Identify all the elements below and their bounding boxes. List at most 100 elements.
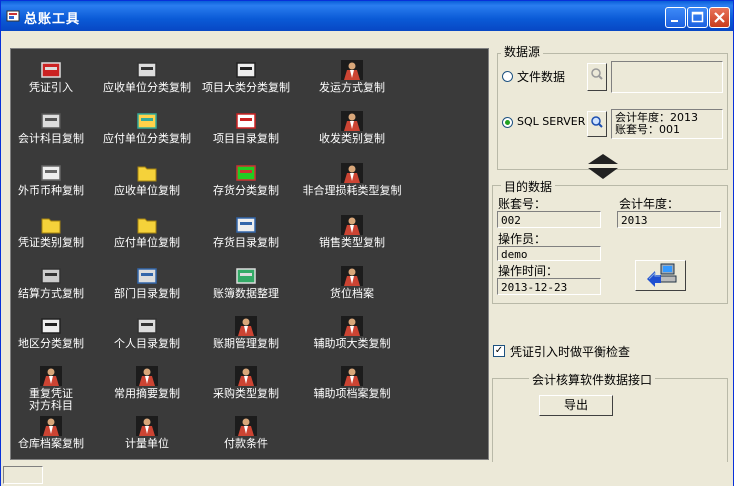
person-icon bbox=[340, 59, 364, 81]
tool-item[interactable]: 重复凭证 对方科目 bbox=[11, 365, 91, 413]
tool-item[interactable]: 外币币种复制 bbox=[11, 162, 91, 210]
tool-item[interactable]: 辅助项大类复制 bbox=[283, 315, 421, 363]
vehicle-icon bbox=[234, 59, 258, 81]
tool-label: 货位档案 bbox=[330, 287, 374, 300]
tool-label: 付款条件 bbox=[224, 437, 268, 450]
tool-label: 结算方式复制 bbox=[18, 287, 84, 300]
sql-server-label: SQL SERVER bbox=[517, 115, 586, 128]
sql-browse-button[interactable] bbox=[587, 111, 607, 137]
tool-item[interactable]: 收发类别复制 bbox=[283, 110, 421, 158]
tool-item[interactable]: 仓库档案复制 bbox=[11, 415, 91, 463]
sql-info-box: 会计年度：2013 账套号：001 bbox=[611, 109, 723, 139]
tool-item[interactable]: 会计科目复制 bbox=[11, 110, 91, 158]
person-icon bbox=[234, 415, 258, 437]
sql-server-radio[interactable] bbox=[502, 117, 513, 128]
year-field[interactable]: 2013 bbox=[617, 211, 721, 228]
tool-label: 常用摘要复制 bbox=[114, 387, 180, 400]
person-icon bbox=[135, 365, 159, 387]
close-icon bbox=[714, 12, 725, 23]
tool-label: 非合理损耗类型复制 bbox=[302, 184, 402, 197]
transfer-button[interactable] bbox=[635, 260, 686, 291]
account-field[interactable]: 002 bbox=[497, 211, 601, 228]
source-title: 数据源 bbox=[501, 43, 544, 60]
printer-icon bbox=[39, 162, 63, 184]
person-icon bbox=[340, 110, 364, 132]
minimize-button[interactable] bbox=[665, 7, 686, 28]
close-button[interactable] bbox=[709, 7, 730, 28]
tool-item[interactable]: 结算方式复制 bbox=[11, 265, 91, 313]
tool-item[interactable]: 辅助项档案复制 bbox=[283, 365, 421, 413]
operator-field[interactable]: demo bbox=[497, 246, 601, 261]
account-label: 账套号： bbox=[498, 197, 547, 211]
chart-icon bbox=[234, 162, 258, 184]
sql-account-text: 账套号：001 bbox=[615, 123, 680, 136]
tool-item[interactable]: 付款条件 bbox=[191, 415, 301, 463]
operator-label: 操作员： bbox=[498, 232, 547, 246]
year-label: 会计年度： bbox=[619, 197, 680, 211]
folder-icon bbox=[135, 162, 159, 184]
maximize-button[interactable] bbox=[687, 7, 708, 28]
tool-label: 辅助项档案复制 bbox=[313, 387, 391, 400]
tool-item[interactable]: 个人目录复制 bbox=[87, 315, 207, 363]
tool-label: 应收单位分类复制 bbox=[103, 81, 191, 94]
balance-check-checkbox[interactable]: ✓ bbox=[493, 345, 505, 357]
person-icon bbox=[234, 315, 258, 337]
tool-item[interactable]: 凭证引入 bbox=[11, 59, 91, 107]
tool-item[interactable]: 应收单位复制 bbox=[87, 162, 207, 210]
search-icon bbox=[591, 116, 603, 128]
network-icon bbox=[234, 265, 258, 287]
grid-icon bbox=[135, 265, 159, 287]
folder-icon bbox=[39, 214, 63, 236]
export-group bbox=[492, 378, 728, 467]
tool-item[interactable]: 应付单位分类复制 bbox=[87, 110, 207, 158]
tool-item[interactable]: 计量单位 bbox=[87, 415, 207, 463]
tool-item[interactable]: 货位档案 bbox=[283, 265, 421, 313]
tool-label: 辅助项大类复制 bbox=[313, 337, 391, 350]
tool-item[interactable]: 销售类型复制 bbox=[283, 214, 421, 262]
file-browse-button[interactable] bbox=[587, 63, 607, 91]
tool-label: 发运方式复制 bbox=[319, 81, 385, 94]
target-title: 目的数据 bbox=[501, 178, 556, 195]
person-icon bbox=[340, 315, 364, 337]
person-icon bbox=[234, 365, 258, 387]
tool-label: 销售类型复制 bbox=[319, 236, 385, 249]
folder-icon bbox=[135, 214, 159, 236]
tool-item[interactable]: 常用摘要复制 bbox=[87, 365, 207, 413]
cabinet-icon bbox=[135, 59, 159, 81]
balance-check-label: 凭证引入时做平衡检查 bbox=[510, 345, 631, 359]
time-label: 操作时间： bbox=[498, 264, 559, 278]
cabinet-icon bbox=[135, 315, 159, 337]
tool-label: 部门目录复制 bbox=[114, 287, 180, 300]
tool-label: 地区分类复制 bbox=[18, 337, 84, 350]
export-title: 会计核算软件数据接口 bbox=[529, 371, 656, 388]
file-path-field[interactable] bbox=[611, 61, 723, 93]
tool-label: 凭证引入 bbox=[29, 81, 73, 94]
app-icon bbox=[6, 10, 20, 22]
person-icon bbox=[135, 415, 159, 437]
time-field[interactable]: 2013-12-23 bbox=[497, 278, 601, 295]
tool-label: 会计科目复制 bbox=[18, 132, 84, 145]
tool-item[interactable]: 应付单位复制 bbox=[87, 214, 207, 262]
computer-transfer-icon bbox=[646, 263, 676, 287]
person-icon bbox=[340, 214, 364, 236]
tool-item[interactable]: 应收单位分类复制 bbox=[87, 59, 207, 107]
arrow-down-icon bbox=[588, 154, 618, 179]
status-bar bbox=[1, 462, 733, 486]
file-data-radio[interactable] bbox=[502, 71, 513, 82]
window-title: 总账工具 bbox=[24, 12, 81, 27]
document-icon bbox=[234, 110, 258, 132]
tool-item[interactable]: 凭证类别复制 bbox=[11, 214, 91, 262]
tool-item[interactable]: 地区分类复制 bbox=[11, 315, 91, 363]
tool-label: 仓库档案复制 bbox=[18, 437, 84, 450]
tool-item[interactable]: 非合理损耗类型复制 bbox=[283, 162, 421, 210]
status-pane bbox=[3, 466, 43, 484]
export-button[interactable]: 导出 bbox=[539, 395, 613, 416]
arrows-icon bbox=[135, 110, 159, 132]
tool-label: 应付单位复制 bbox=[114, 236, 180, 249]
tool-item[interactable]: 发运方式复制 bbox=[283, 59, 421, 107]
tool-label: 凭证类别复制 bbox=[18, 236, 84, 249]
tool-item[interactable]: 部门目录复制 bbox=[87, 265, 207, 313]
person-icon bbox=[340, 365, 364, 387]
minimize-icon bbox=[671, 20, 678, 22]
ledger-icon bbox=[39, 110, 63, 132]
